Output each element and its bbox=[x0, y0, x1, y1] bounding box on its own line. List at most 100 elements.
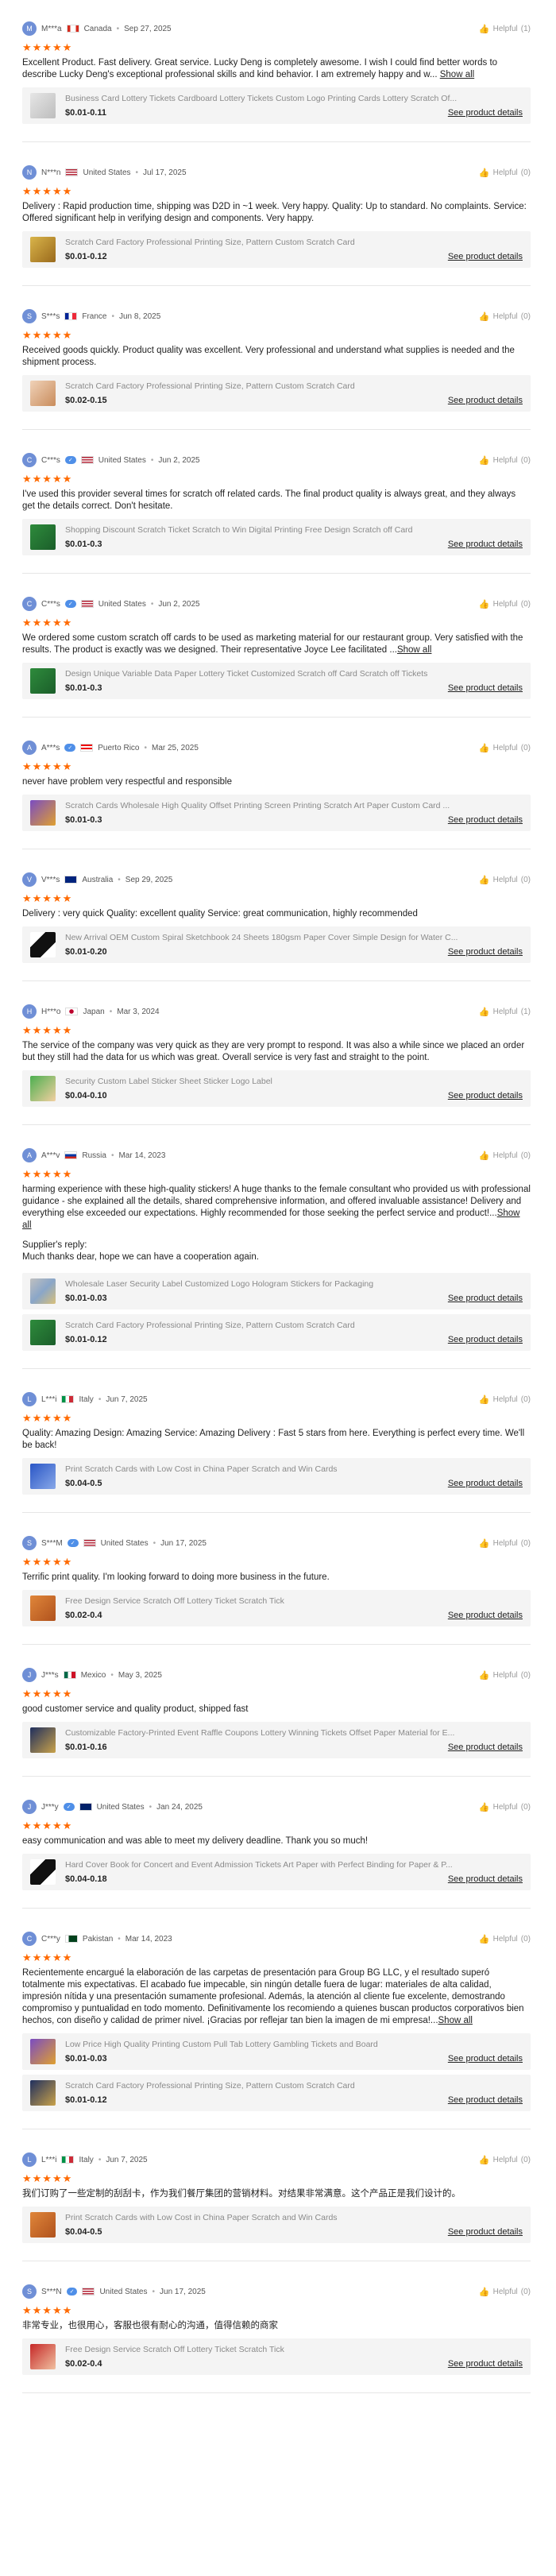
review-product-card[interactable]: Free Design Service Scratch Off Lottery … bbox=[22, 1590, 531, 1626]
product-thumbnail[interactable] bbox=[30, 1076, 56, 1101]
product-name[interactable]: Free Design Service Scratch Off Lottery … bbox=[65, 2345, 494, 2354]
product-thumbnail[interactable] bbox=[30, 932, 56, 957]
review-user-info: L L***i Italy • Jun 7, 2025 bbox=[22, 2152, 148, 2167]
product-name[interactable]: Customizable Factory-Printed Event Raffl… bbox=[65, 1728, 494, 1738]
helpful-button[interactable]: 👍 Helpful (0) bbox=[479, 1670, 531, 1681]
helpful-button[interactable]: 👍 Helpful (0) bbox=[479, 1802, 531, 1812]
product-thumbnail[interactable] bbox=[30, 381, 56, 406]
product-name[interactable]: Design Unique Variable Data Paper Lotter… bbox=[65, 669, 494, 679]
thumbs-up-icon: 👍 bbox=[478, 1934, 490, 1944]
product-thumbnail[interactable] bbox=[30, 2080, 56, 2106]
see-product-details-link[interactable]: See product details bbox=[448, 2095, 523, 2105]
helpful-button[interactable]: 👍 Helpful (0) bbox=[479, 875, 531, 885]
helpful-button[interactable]: 👍 Helpful (0) bbox=[479, 455, 531, 466]
helpful-button[interactable]: 👍 Helpful (0) bbox=[479, 2287, 531, 2297]
product-thumbnail[interactable] bbox=[30, 2039, 56, 2064]
product-thumbnail[interactable] bbox=[30, 237, 56, 262]
helpful-button[interactable]: 👍 Helpful (0) bbox=[479, 311, 531, 322]
helpful-button[interactable]: 👍 Helpful (0) bbox=[479, 2155, 531, 2165]
product-thumbnail[interactable] bbox=[30, 1278, 56, 1304]
review-product-card[interactable]: Scratch Card Factory Professional Printi… bbox=[22, 231, 531, 268]
see-product-details-link[interactable]: See product details bbox=[448, 947, 523, 957]
product-name[interactable]: New Arrival OEM Custom Spiral Sketchbook… bbox=[65, 933, 494, 942]
see-product-details-link[interactable]: See product details bbox=[448, 2359, 523, 2369]
product-name[interactable]: Free Design Service Scratch Off Lottery … bbox=[65, 1596, 494, 1606]
separator-dot: • bbox=[153, 1538, 156, 1548]
country-flag-icon bbox=[64, 1935, 78, 1943]
see-product-details-link[interactable]: See product details bbox=[448, 1335, 523, 1344]
see-product-details-link[interactable]: See product details bbox=[448, 1294, 523, 1303]
review-product-card[interactable]: Hard Cover Book for Concert and Event Ad… bbox=[22, 1854, 531, 1890]
product-name[interactable]: Scratch Card Factory Professional Printi… bbox=[65, 2081, 494, 2091]
see-product-details-link[interactable]: See product details bbox=[448, 2054, 523, 2064]
product-name[interactable]: Print Scratch Cards with Low Cost in Chi… bbox=[65, 1464, 494, 1474]
product-name[interactable]: Shopping Discount Scratch Ticket Scratch… bbox=[65, 525, 494, 535]
review-product-card[interactable]: Print Scratch Cards with Low Cost in Chi… bbox=[22, 2207, 531, 2243]
review-product-card[interactable]: Scratch Card Factory Professional Printi… bbox=[22, 2075, 531, 2111]
review-product-card[interactable]: Design Unique Variable Data Paper Lotter… bbox=[22, 663, 531, 699]
product-thumbnail[interactable] bbox=[30, 1859, 56, 1885]
helpful-count: (0) bbox=[520, 875, 531, 884]
show-all-link[interactable]: Show all bbox=[397, 645, 431, 655]
see-product-details-link[interactable]: See product details bbox=[448, 815, 523, 825]
product-name[interactable]: Scratch Card Factory Professional Printi… bbox=[65, 381, 494, 391]
review-product-card[interactable]: Low Price High Quality Printing Custom P… bbox=[22, 2033, 531, 2070]
product-name[interactable]: Security Custom Label Sticker Sheet Stic… bbox=[65, 1077, 494, 1086]
show-all-link[interactable]: Show all bbox=[440, 70, 474, 79]
review-product-card[interactable]: Business Card Lottery Tickets Cardboard … bbox=[22, 87, 531, 124]
see-product-details-link[interactable]: See product details bbox=[448, 396, 523, 405]
product-thumbnail[interactable] bbox=[30, 1464, 56, 1489]
helpful-button[interactable]: 👍 Helpful (0) bbox=[479, 599, 531, 609]
review-product-card[interactable]: New Arrival OEM Custom Spiral Sketchbook… bbox=[22, 926, 531, 963]
product-name[interactable]: Scratch Card Factory Professional Printi… bbox=[65, 238, 494, 247]
product-name[interactable]: Hard Cover Book for Concert and Event Ad… bbox=[65, 1860, 494, 1870]
review-product-card[interactable]: Free Design Service Scratch Off Lottery … bbox=[22, 2338, 531, 2375]
product-thumbnail[interactable] bbox=[30, 2212, 56, 2238]
product-thumbnail[interactable] bbox=[30, 1595, 56, 1621]
helpful-button[interactable]: 👍 Helpful (0) bbox=[479, 1394, 531, 1405]
see-product-details-link[interactable]: See product details bbox=[448, 683, 523, 693]
review-product-card[interactable]: Shopping Discount Scratch Ticket Scratch… bbox=[22, 519, 531, 555]
product-thumbnail[interactable] bbox=[30, 2344, 56, 2369]
see-product-details-link[interactable]: See product details bbox=[448, 1742, 523, 1752]
helpful-button[interactable]: 👍 Helpful (1) bbox=[479, 24, 531, 34]
see-product-details-link[interactable]: See product details bbox=[448, 540, 523, 549]
see-product-details-link[interactable]: See product details bbox=[448, 1874, 523, 1884]
helpful-button[interactable]: 👍 Helpful (0) bbox=[479, 1934, 531, 1944]
helpful-button[interactable]: 👍 Helpful (1) bbox=[479, 1007, 531, 1017]
helpful-button[interactable]: 👍 Helpful (0) bbox=[479, 1151, 531, 1161]
helpful-button[interactable]: 👍 Helpful (0) bbox=[479, 1538, 531, 1549]
product-name[interactable]: Scratch Card Factory Professional Printi… bbox=[65, 1321, 494, 1330]
product-thumbnail[interactable] bbox=[30, 800, 56, 826]
review-body: I've used this provider several times fo… bbox=[22, 489, 516, 511]
review-product-card[interactable]: Print Scratch Cards with Low Cost in Chi… bbox=[22, 1458, 531, 1495]
product-thumbnail[interactable] bbox=[30, 93, 56, 118]
see-product-details-link[interactable]: See product details bbox=[448, 1479, 523, 1488]
review-product-card[interactable]: Wholesale Laser Security Label Customize… bbox=[22, 1273, 531, 1309]
product-name[interactable]: Low Price High Quality Printing Custom P… bbox=[65, 2040, 494, 2049]
review-product-card[interactable]: Scratch Card Factory Professional Printi… bbox=[22, 375, 531, 412]
see-product-details-link[interactable]: See product details bbox=[448, 1091, 523, 1100]
review-product-card[interactable]: Scratch Cards Wholesale High Quality Off… bbox=[22, 795, 531, 831]
product-name[interactable]: Print Scratch Cards with Low Cost in Chi… bbox=[65, 2213, 494, 2222]
product-name[interactable]: Wholesale Laser Security Label Customize… bbox=[65, 1279, 494, 1289]
helpful-button[interactable]: 👍 Helpful (0) bbox=[479, 168, 531, 178]
see-product-details-link[interactable]: See product details bbox=[448, 252, 523, 261]
helpful-button[interactable]: 👍 Helpful (0) bbox=[479, 743, 531, 753]
product-name[interactable]: Business Card Lottery Tickets Cardboard … bbox=[65, 94, 494, 103]
product-thumbnail[interactable] bbox=[30, 668, 56, 694]
see-product-details-link[interactable]: See product details bbox=[448, 1611, 523, 1620]
see-product-details-link[interactable]: See product details bbox=[448, 2227, 523, 2237]
product-thumbnail[interactable] bbox=[30, 524, 56, 550]
review-text: easy communication and was able to meet … bbox=[22, 1835, 531, 1847]
review-product-card[interactable]: Security Custom Label Sticker Sheet Stic… bbox=[22, 1070, 531, 1107]
review-product-card[interactable]: Customizable Factory-Printed Event Raffl… bbox=[22, 1722, 531, 1758]
separator-dot: • bbox=[98, 1394, 102, 1404]
review-product-card[interactable]: Scratch Card Factory Professional Printi… bbox=[22, 1314, 531, 1351]
product-name[interactable]: Scratch Cards Wholesale High Quality Off… bbox=[65, 801, 494, 810]
review-header: H H***o Japan • Mar 3, 2024 👍 Helpful (1) bbox=[22, 1004, 531, 1019]
product-thumbnail[interactable] bbox=[30, 1320, 56, 1345]
product-thumbnail[interactable] bbox=[30, 1727, 56, 1753]
see-product-details-link[interactable]: See product details bbox=[448, 108, 523, 118]
show-all-link[interactable]: Show all bbox=[438, 2016, 473, 2025]
